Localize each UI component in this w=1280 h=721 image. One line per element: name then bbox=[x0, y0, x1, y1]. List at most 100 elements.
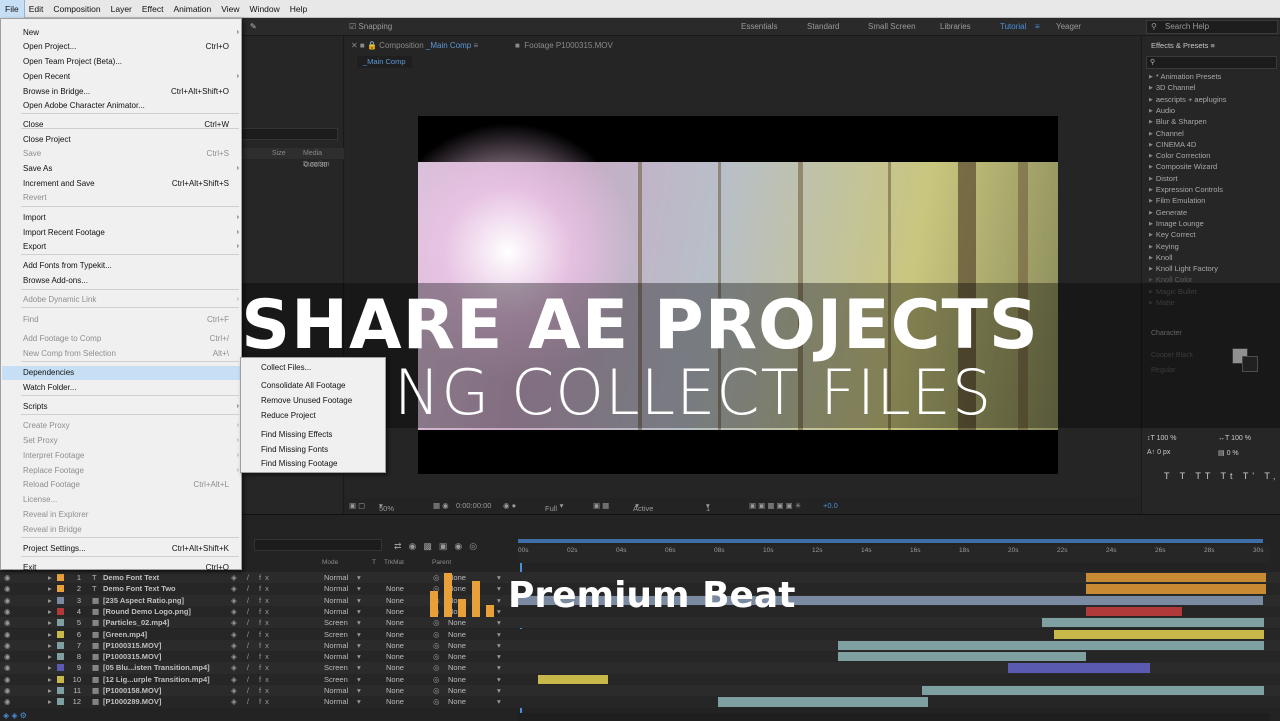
layer-row[interactable]: ◉ ▸ 7 ▦ [P1000315.MOV] ◈ / fx Normal ▾ None ◎ None… bbox=[0, 639, 1280, 652]
file-menu-item[interactable]: Close Project bbox=[23, 133, 235, 147]
file-menu-item[interactable]: Find Ctrl+F bbox=[23, 313, 235, 327]
file-menu-item[interactable]: Replace Footage › bbox=[23, 464, 239, 478]
dependencies-menu-item[interactable]: Collect Files... bbox=[261, 361, 311, 375]
layer-duration-bar[interactable] bbox=[718, 697, 928, 707]
pickwhip-icon[interactable]: ◎ bbox=[433, 685, 440, 696]
layer-mode-select[interactable]: Normal bbox=[324, 606, 348, 617]
trkmat-select[interactable]: None bbox=[386, 583, 404, 594]
trkmat-select[interactable]: None bbox=[386, 617, 404, 628]
dependencies-menu-item[interactable]: Find Missing Footage bbox=[261, 457, 337, 471]
file-menu-item[interactable]: Project Settings... Ctrl+Alt+Shift+K bbox=[23, 542, 235, 556]
expand-arrow-icon[interactable]: ▸ bbox=[48, 606, 52, 617]
menu-animation[interactable]: Animation bbox=[168, 0, 216, 18]
parent-select[interactable]: None bbox=[448, 662, 466, 673]
pickwhip-icon[interactable]: ◎ bbox=[433, 640, 440, 651]
layer-row[interactable]: ◉ ▸ 11 ▦ [P1000158.MOV] ◈ / fx Normal ▾ None ◎ Non… bbox=[0, 685, 1280, 697]
layer-mode-select[interactable]: Normal bbox=[324, 583, 348, 594]
magnify-icon[interactable]: ▣ ▢ bbox=[349, 501, 365, 510]
timeline-search-input[interactable] bbox=[254, 539, 382, 551]
file-menu-item[interactable]: Scripts › bbox=[23, 400, 239, 414]
eye-icon[interactable]: ◉ bbox=[4, 572, 11, 583]
file-menu-item[interactable]: Browse Add-ons... bbox=[23, 274, 235, 288]
file-menu-item[interactable]: Interpret Footage › bbox=[23, 449, 239, 463]
expand-arrow-icon[interactable]: ▸ bbox=[48, 685, 52, 696]
region-icon[interactable]: ▣ ▦ bbox=[593, 501, 609, 510]
file-menu-item[interactable]: Save Ctrl+S bbox=[23, 147, 235, 161]
menu-file[interactable]: File bbox=[0, 0, 25, 19]
file-menu-item[interactable]: New Comp from Selection Alt+\ bbox=[23, 347, 235, 361]
label-color-swatch[interactable] bbox=[57, 607, 64, 615]
zoom-select[interactable]: 50% ▾ bbox=[379, 501, 394, 513]
effects-category[interactable]: aescripts + aeplugins bbox=[1149, 95, 1227, 104]
layer-switches[interactable]: ◈ / fx bbox=[231, 662, 273, 673]
layer-name[interactable]: [Green.mp4] bbox=[103, 629, 147, 640]
eye-icon[interactable]: ◉ bbox=[4, 651, 11, 662]
trkmat-select[interactable]: None bbox=[386, 595, 404, 606]
parent-select[interactable]: None bbox=[448, 685, 466, 696]
expand-arrow-icon[interactable]: ▸ bbox=[48, 640, 52, 651]
timeline-footer-icons[interactable]: ◈ ◈ ⚙ bbox=[3, 711, 27, 720]
effects-category[interactable]: Film Emulation bbox=[1149, 196, 1206, 205]
layer-mode-select[interactable]: Normal bbox=[324, 651, 348, 662]
effects-category[interactable]: 3D Channel bbox=[1149, 83, 1196, 92]
layer-row[interactable]: ◉ ▸ 6 ▦ [Green.mp4] ◈ / fx Screen ▾ None ◎ None ▾ bbox=[0, 628, 1280, 640]
file-menu-item[interactable]: Open Adobe Character Animator... bbox=[23, 99, 235, 113]
expand-arrow-icon[interactable]: ▸ bbox=[48, 662, 52, 673]
layer-duration-bar[interactable] bbox=[1042, 618, 1264, 628]
parent-select[interactable]: None bbox=[448, 674, 466, 685]
effects-category[interactable]: Image Lounge bbox=[1149, 219, 1204, 228]
layer-name[interactable]: Demo Font Text Two bbox=[103, 583, 176, 594]
trkmat-select[interactable]: None bbox=[386, 674, 404, 685]
workspace-tutorial[interactable]: Tutorial bbox=[1000, 18, 1026, 36]
expand-arrow-icon[interactable]: ▸ bbox=[48, 629, 52, 640]
layer-duration-bar[interactable] bbox=[1086, 606, 1182, 617]
effects-category[interactable]: Key Correct bbox=[1149, 230, 1196, 239]
effects-category[interactable]: Knoll Light Factory bbox=[1149, 264, 1218, 273]
parent-select[interactable]: None bbox=[448, 629, 466, 640]
label-color-swatch[interactable] bbox=[57, 698, 64, 706]
layer-mode-select[interactable]: Normal bbox=[324, 696, 348, 707]
menu-window[interactable]: Window bbox=[245, 0, 285, 18]
file-menu-item[interactable]: Close Ctrl+W bbox=[23, 118, 235, 132]
label-color-swatch[interactable] bbox=[57, 641, 64, 649]
label-color-swatch[interactable] bbox=[57, 687, 64, 694]
layer-mode-select[interactable]: Normal bbox=[324, 595, 348, 606]
resolution-select[interactable]: Full ▾ bbox=[545, 501, 563, 513]
effects-category[interactable]: Blur & Sharpen bbox=[1149, 117, 1207, 126]
layer-switches[interactable]: ◈ / fx bbox=[231, 640, 273, 651]
layer-switches[interactable]: ◈ / fx bbox=[231, 572, 273, 583]
pickwhip-icon[interactable]: ◎ bbox=[433, 651, 440, 662]
file-menu-item[interactable]: Reveal in Bridge bbox=[23, 523, 235, 537]
layer-mode-select[interactable]: Normal bbox=[324, 640, 348, 651]
tab-footage[interactable]: ■ Footage P1000315.MOV bbox=[515, 41, 613, 50]
eye-icon[interactable]: ◉ bbox=[4, 640, 11, 651]
camera-icon[interactable]: ◉ ● bbox=[503, 501, 516, 510]
eye-icon[interactable]: ◉ bbox=[4, 685, 11, 696]
file-menu-item[interactable]: Save As › bbox=[23, 162, 239, 176]
workspace-libraries[interactable]: Libraries bbox=[940, 18, 971, 36]
file-menu-item[interactable]: Add Footage to Comp Ctrl+/ bbox=[23, 332, 235, 346]
label-color-swatch[interactable] bbox=[57, 630, 64, 638]
pickwhip-icon[interactable]: ◎ bbox=[433, 629, 440, 640]
file-menu-item[interactable]: Watch Folder... bbox=[23, 381, 235, 395]
layer-mode-select[interactable]: Screen bbox=[324, 629, 348, 640]
effects-category[interactable]: Distort bbox=[1149, 174, 1178, 183]
layer-mode-select[interactable]: Screen bbox=[324, 617, 348, 628]
file-menu-item[interactable]: Exit Ctrl+Q bbox=[23, 561, 235, 575]
file-menu-item[interactable]: Reveal in Explorer bbox=[23, 508, 235, 522]
trkmat-select[interactable]: None bbox=[386, 629, 404, 640]
file-menu-item[interactable]: Reload Footage Ctrl+Alt+L bbox=[23, 478, 235, 492]
file-menu-item[interactable]: Dependencies› bbox=[2, 366, 244, 380]
label-color-swatch[interactable] bbox=[57, 653, 64, 661]
file-menu-item[interactable]: Set Proxy › bbox=[23, 434, 239, 448]
label-color-swatch[interactable] bbox=[57, 675, 64, 683]
work-area-bar[interactable] bbox=[518, 539, 1263, 543]
menu-view[interactable]: View bbox=[216, 0, 244, 18]
trkmat-select[interactable]: None bbox=[386, 640, 404, 651]
layer-switches[interactable]: ◈ / fx bbox=[231, 651, 273, 662]
trkmat-select[interactable]: None bbox=[386, 606, 404, 617]
file-menu-item[interactable]: Open Team Project (Beta)... bbox=[23, 55, 235, 69]
time-ruler[interactable]: 00s 02s 04s 06s 08s 10s 12s 14s 16s 18s 20s 22s 24s 2… bbox=[518, 545, 1270, 563]
workspace-small-screen[interactable]: Small Screen bbox=[868, 18, 916, 36]
expand-arrow-icon[interactable]: ▸ bbox=[48, 617, 52, 628]
